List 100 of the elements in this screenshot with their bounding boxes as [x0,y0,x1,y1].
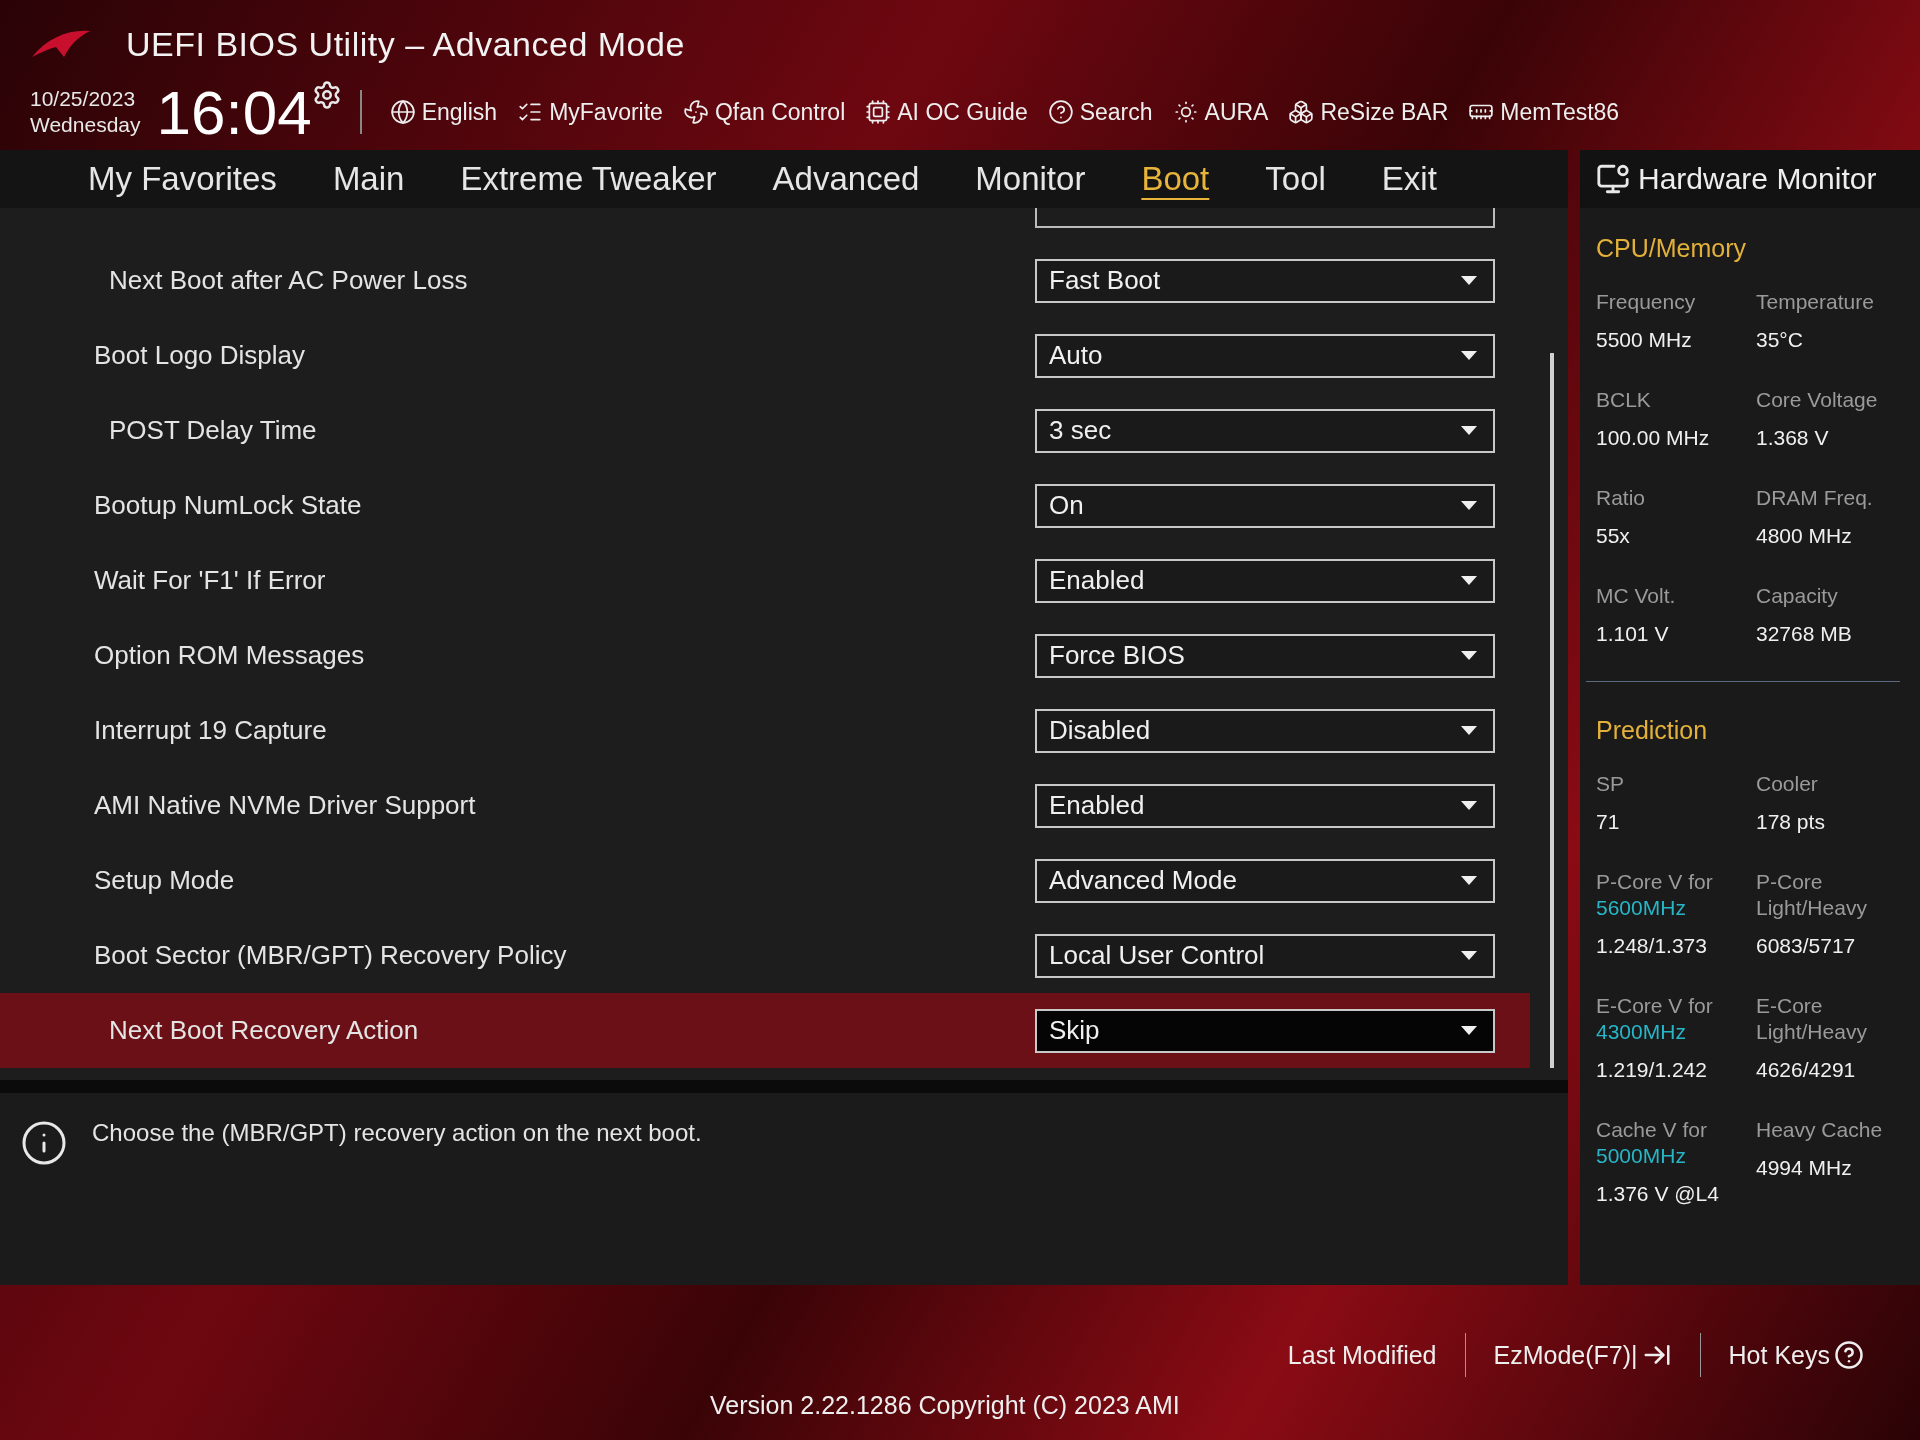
stat-value: 32768 MB [1756,621,1853,647]
setting-label: POST Delay Time [109,415,317,446]
window-title: UEFI BIOS Utility – Advanced Mode [126,24,685,64]
dropdown-caret-icon [1461,276,1477,285]
dropdown-caret-icon [1461,651,1477,660]
toolbar-button[interactable]: AI OC Guide [855,98,1038,126]
toolbar-button[interactable]: Qfan Control [672,98,856,126]
setting-row[interactable]: Boot Sector (MBR/GPT) Recovery Policy Local User Control [0,918,1530,993]
setting-row[interactable]: Next Boot after AC Power Loss Fast Boot [0,243,1530,318]
toolbar-button[interactable]: English [379,98,508,126]
setting-row[interactable]: Boot Logo Display Auto [0,318,1530,393]
scrollbar[interactable] [1550,353,1554,1068]
menu-tab[interactable]: Boot [1113,150,1238,208]
setting-row[interactable]: Bootup NumLock State On [0,468,1530,543]
stat-label: P-Core V for [1596,869,1714,895]
settings-icon[interactable] [311,80,342,110]
chip-icon [865,99,892,125]
dropdown[interactable]: Advanced Mode [1035,858,1495,903]
setting-label: AMI Native NVMe Driver Support [94,790,476,821]
selected-row[interactable]: Next Boot Recovery Action Skip [0,993,1530,1068]
footer-button[interactable]: Last Modified [1259,1340,1465,1370]
stat-label: Cache V for [1596,1117,1708,1143]
dropdown[interactable]: On [1035,483,1495,528]
menu-tab[interactable]: Monitor [947,150,1114,208]
stat-value: 55x [1596,523,1631,549]
setting-row[interactable]: Interrupt 19 Capture Disabled [0,693,1530,768]
menu-tab[interactable]: My Favorites [60,150,305,208]
section-title: Prediction [1596,716,1709,745]
stat-value: 35°C [1756,327,1804,353]
setting-label: Bootup NumLock State [94,490,362,521]
dropdown-caret-icon [1461,876,1477,885]
dropdown[interactable]: Skip [1035,1008,1495,1053]
dropdown[interactable] [1035,208,1495,228]
setting-row[interactable]: POST Delay Time 3 sec [0,393,1530,468]
dropdown-caret-icon [1461,501,1477,510]
dropdown-caret-icon [1461,801,1477,810]
setting-label: Next Boot Recovery Action [109,1015,419,1046]
toolbar-button[interactable]: MemTest86 [1458,98,1630,126]
info-icon [20,1119,68,1167]
dropdown[interactable]: Enabled [1035,783,1495,828]
menu-tab[interactable]: Main [304,150,433,208]
stat-value: 1.248/1.373 [1596,933,1708,959]
weekday-text: Wednesday [30,112,141,138]
stat-value: 4994 MHz [1756,1155,1853,1181]
stat-value: 1.219/1.242 [1596,1057,1708,1083]
stat-label: E-Core Light/Heavy [1756,993,1868,1045]
dropdown-caret-icon [1461,726,1477,735]
stat-value: 1.368 V [1756,425,1830,451]
help-text: Choose the (MBR/GPT) recovery action on the next boot. [92,1119,702,1147]
dropdown[interactable]: Force BIOS [1035,633,1495,678]
toolbar-button[interactable]: Search [1037,98,1163,126]
toolbar-button[interactable]: MyFavorite [507,98,673,126]
dropdown[interactable]: Disabled [1035,708,1495,753]
dropdown[interactable]: Local User Control [1035,933,1495,978]
footer-button[interactable]: Hot Keys [1700,1340,1892,1370]
menu-tab[interactable]: Exit [1353,150,1465,208]
setting-label: Option ROM Messages [94,640,365,671]
setting-label: Boot Sector (MBR/GPT) Recovery Policy [94,940,567,971]
menu-tab[interactable]: Advanced [744,150,948,208]
setting-label: Setup Mode [94,865,235,896]
menu-tab[interactable]: Extreme Tweaker [432,150,745,208]
stat-value: 5500 MHz [1596,327,1693,353]
setting-row[interactable]: Setup Mode Advanced Mode [0,843,1530,918]
dropdown[interactable]: Enabled [1035,558,1495,603]
footer-button[interactable]: EzMode(F7)| [1465,1340,1700,1370]
stat-label: P-Core Light/Heavy [1756,869,1868,921]
frequency-text: 5000MHz [1596,1143,1687,1169]
stat-label: Cooler [1756,771,1819,797]
help-icon [1047,99,1074,125]
dropdown-caret-icon [1461,951,1477,960]
stat-label: SP [1596,771,1625,797]
toolbar-button[interactable]: ReSize BAR [1278,98,1459,126]
stat-label: Capacity [1756,583,1839,609]
dropdown[interactable]: 3 sec [1035,408,1495,453]
stat-label: Temperature [1756,289,1875,315]
section-title: CPU/Memory [1596,234,1747,263]
clock-time: 16:04 [156,76,312,148]
stat-value: 1.101 V [1596,621,1670,647]
stat-value: 4800 MHz [1756,523,1853,549]
stat-value: 4626/4291 [1756,1057,1857,1083]
setting-row[interactable]: Wait For 'F1' If Error Enabled [0,543,1530,618]
dropdown[interactable]: Auto [1035,333,1495,378]
stat-label: BCLK [1596,387,1652,413]
menu-tab[interactable]: Tool [1237,150,1354,208]
stat-value: 178 pts [1756,809,1826,835]
dropdown-caret-icon [1461,351,1477,360]
frequency-text: 4300MHz [1596,1019,1687,1045]
setting-row[interactable]: AMI Native NVMe Driver Support Enabled [0,768,1530,843]
setting-label: Wait For 'F1' If Error [94,565,326,596]
setting-label: Boot Logo Display [94,340,306,371]
help-icon [1834,1340,1864,1370]
stat-label: E-Core V for [1596,993,1714,1019]
dropdown[interactable]: Fast Boot [1035,258,1495,303]
monitor-icon [1596,162,1630,196]
globe-icon [389,99,416,125]
toolbar-button[interactable]: AURA [1162,98,1279,126]
setting-label: Next Boot after AC Power Loss [109,265,468,296]
panel-title: Hardware Monitor [1638,162,1877,196]
setting-row[interactable]: Option ROM Messages Force BIOS [0,618,1530,693]
stat-value: 71 [1596,809,1621,835]
